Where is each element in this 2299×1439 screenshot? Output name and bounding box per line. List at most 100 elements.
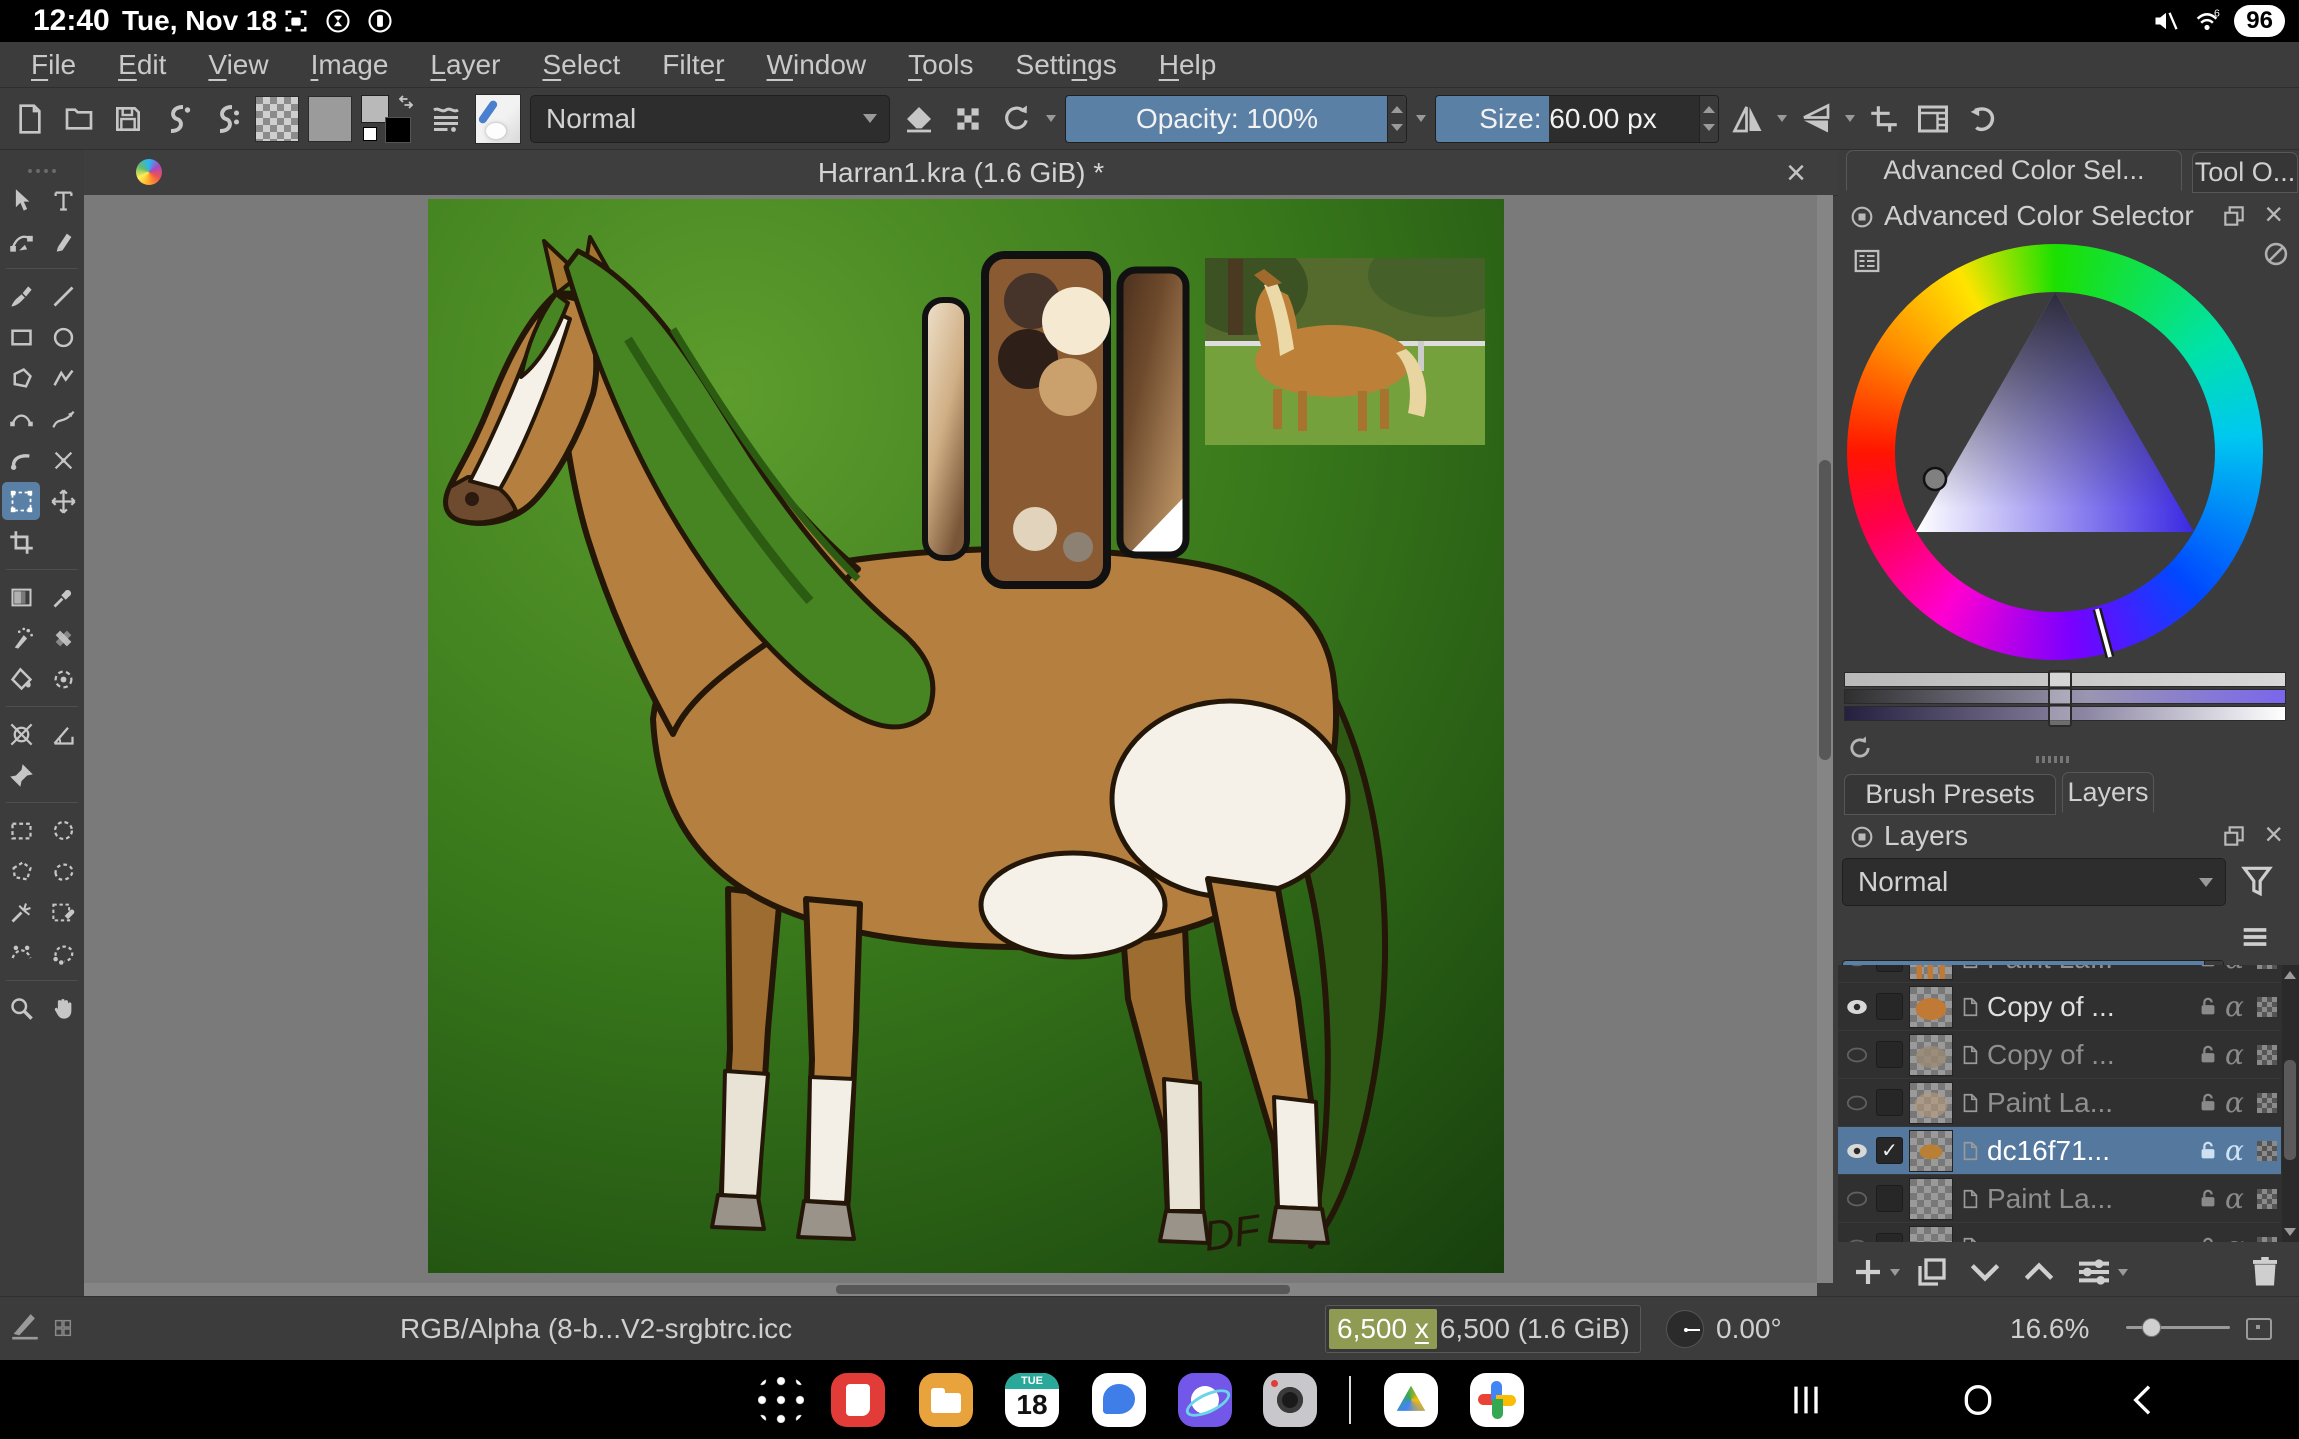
vertical-scrollbar[interactable]	[1817, 195, 1833, 1283]
internet-browser-app-icon[interactable]	[1178, 1373, 1232, 1427]
recents-button[interactable]	[1786, 1380, 1826, 1420]
visibility-off-icon[interactable]	[1844, 1186, 1870, 1212]
tool-calligraphy[interactable]	[44, 222, 82, 260]
move-layer-up-button[interactable]	[2020, 1253, 2058, 1291]
layer-name[interactable]: Paint La...	[1987, 965, 2191, 975]
layer-thumbnail[interactable]	[1909, 1034, 1953, 1076]
selection-tool-mode-icon[interactable]	[8, 1307, 42, 1341]
tool-zoom[interactable]	[2, 989, 40, 1027]
slider-handle[interactable]	[2048, 704, 2072, 727]
tool-select-by-color[interactable]	[44, 893, 82, 931]
duplicate-layer-button[interactable]	[1914, 1254, 1950, 1290]
tool-freehand-selection[interactable]	[44, 852, 82, 890]
layer-properties-button[interactable]	[2074, 1252, 2114, 1292]
layer-lock-icon[interactable]	[2197, 965, 2219, 970]
zoom-level[interactable]: 16.6%	[2010, 1313, 2089, 1345]
layer-list-scrollbar[interactable]	[2282, 965, 2299, 1242]
alpha-lock-icon[interactable]: α	[2225, 1230, 2251, 1242]
blending-mode-dropdown[interactable]: Normal	[530, 95, 890, 143]
inherit-alpha-icon[interactable]	[2257, 965, 2277, 969]
inherit-alpha-icon[interactable]	[2257, 1189, 2277, 1209]
float-docker-icon[interactable]	[2221, 203, 2247, 229]
tool-freehand-brush[interactable]	[2, 277, 40, 315]
visibility-off-icon[interactable]	[1844, 965, 1870, 972]
mirror-vertical-button[interactable]	[1796, 99, 1836, 139]
home-button[interactable]	[1958, 1380, 1998, 1420]
alpha-lock-icon[interactable]: α	[2225, 965, 2251, 975]
inherit-alpha-icon[interactable]	[2257, 1237, 2277, 1243]
menu-tools[interactable]: Tools	[887, 49, 994, 81]
layer-checkbox[interactable]: ✓	[1876, 1137, 1903, 1164]
google-drive-app-icon[interactable]	[1384, 1373, 1438, 1427]
tool-multibrush[interactable]	[44, 441, 82, 479]
hue-ring[interactable]	[1847, 244, 2263, 660]
background-color[interactable]	[385, 117, 411, 143]
open-document-button[interactable]	[59, 99, 99, 139]
hsv-triangle[interactable]	[1847, 244, 2263, 660]
new-document-button[interactable]	[10, 99, 50, 139]
tool-smart-patch[interactable]	[44, 619, 82, 657]
menu-view[interactable]: View	[187, 49, 289, 81]
layer-thumbnail[interactable]	[1909, 1178, 1953, 1220]
layer-name[interactable]: dc16f71...	[1987, 1135, 2191, 1167]
tool-edit-shapes[interactable]	[2, 222, 40, 260]
layer-name[interactable]: Copy of ...	[1987, 1039, 2191, 1071]
layer-row[interactable]: Paint La...α	[1838, 1079, 2281, 1127]
pixel-grid-icon[interactable]	[52, 1317, 74, 1339]
alpha-lock-icon[interactable]: α	[2225, 990, 2251, 1023]
move-layer-down-button[interactable]	[1966, 1253, 2004, 1291]
tool-polygonal-selection[interactable]	[2, 852, 40, 890]
close-document-button[interactable]: ×	[1786, 152, 1806, 194]
layer-row[interactable]: α	[1838, 1223, 2281, 1242]
size-spinner[interactable]	[1699, 96, 1718, 142]
tool-colorize-mask[interactable]	[2, 619, 40, 657]
tool-fill[interactable]	[2, 660, 40, 698]
tool-select-shapes[interactable]	[2, 181, 40, 219]
no-color-icon[interactable]	[2262, 240, 2290, 268]
messages-app-icon[interactable]	[1092, 1373, 1146, 1427]
tool-magnetic-selection[interactable]	[44, 934, 82, 972]
layer-row[interactable]: Copy of ...α	[1838, 983, 2281, 1031]
layer-lock-icon[interactable]	[2197, 1188, 2219, 1210]
snap-settings-button[interactable]	[1864, 99, 1904, 139]
alpha-lock-icon[interactable]: α	[2225, 1038, 2251, 1071]
mirror-horizontal-chevron[interactable]	[1777, 115, 1787, 122]
foreground-background-colors[interactable]	[361, 95, 417, 143]
visibility-off-icon[interactable]	[1844, 1042, 1870, 1068]
canvas-rotation-icon[interactable]	[1666, 1310, 1704, 1348]
sv-selector[interactable]	[1924, 468, 1946, 490]
toolbox-drag-handle[interactable]	[2, 166, 82, 176]
layer-checkbox[interactable]	[1876, 1185, 1903, 1212]
save-button[interactable]	[108, 99, 148, 139]
tool-reference-images[interactable]	[2, 756, 40, 794]
mirror-horizontal-button[interactable]	[1728, 99, 1768, 139]
close-docker-button[interactable]: ×	[2264, 816, 2283, 853]
brush-curve-option-2-icon[interactable]	[206, 99, 246, 139]
tab-brush-presets[interactable]: Brush Presets	[1844, 774, 2056, 815]
close-docker-button[interactable]: ×	[2264, 196, 2283, 233]
color-slider-lightness[interactable]	[1844, 672, 2286, 687]
google-photos-app-icon[interactable]	[1470, 1373, 1524, 1427]
preserve-alpha-button[interactable]	[948, 99, 988, 139]
menu-edit[interactable]: Edit	[97, 49, 187, 81]
tool-transform[interactable]	[2, 482, 40, 520]
tab-layers[interactable]: Layers	[2062, 772, 2154, 813]
layer-lock-icon[interactable]	[2197, 1236, 2219, 1243]
brush-preset-preview[interactable]	[475, 94, 521, 144]
float-docker-icon[interactable]	[2221, 823, 2247, 849]
reset-colors-icon[interactable]	[363, 127, 377, 141]
tool-dynamic-brush[interactable]	[2, 441, 40, 479]
brush-settings-button[interactable]	[426, 99, 466, 139]
layer-checkbox[interactable]	[1876, 1233, 1903, 1242]
pattern-chooser[interactable]	[308, 96, 352, 142]
tool-elliptical-selection[interactable]	[44, 811, 82, 849]
scroll-down-icon[interactable]	[2284, 1228, 2296, 1236]
tool-ellipse[interactable]	[44, 318, 82, 356]
canvas-artwork[interactable]: DF	[428, 199, 1504, 1273]
horizontal-scrollbar-thumb[interactable]	[836, 1285, 1290, 1294]
tool-similar-color-selection[interactable]	[2, 893, 40, 931]
docker-drag-handle[interactable]	[2036, 756, 2069, 763]
horizontal-scrollbar[interactable]	[84, 1283, 1817, 1296]
alpha-lock-icon[interactable]: α	[2225, 1134, 2251, 1167]
tool-assistants[interactable]	[2, 715, 40, 753]
